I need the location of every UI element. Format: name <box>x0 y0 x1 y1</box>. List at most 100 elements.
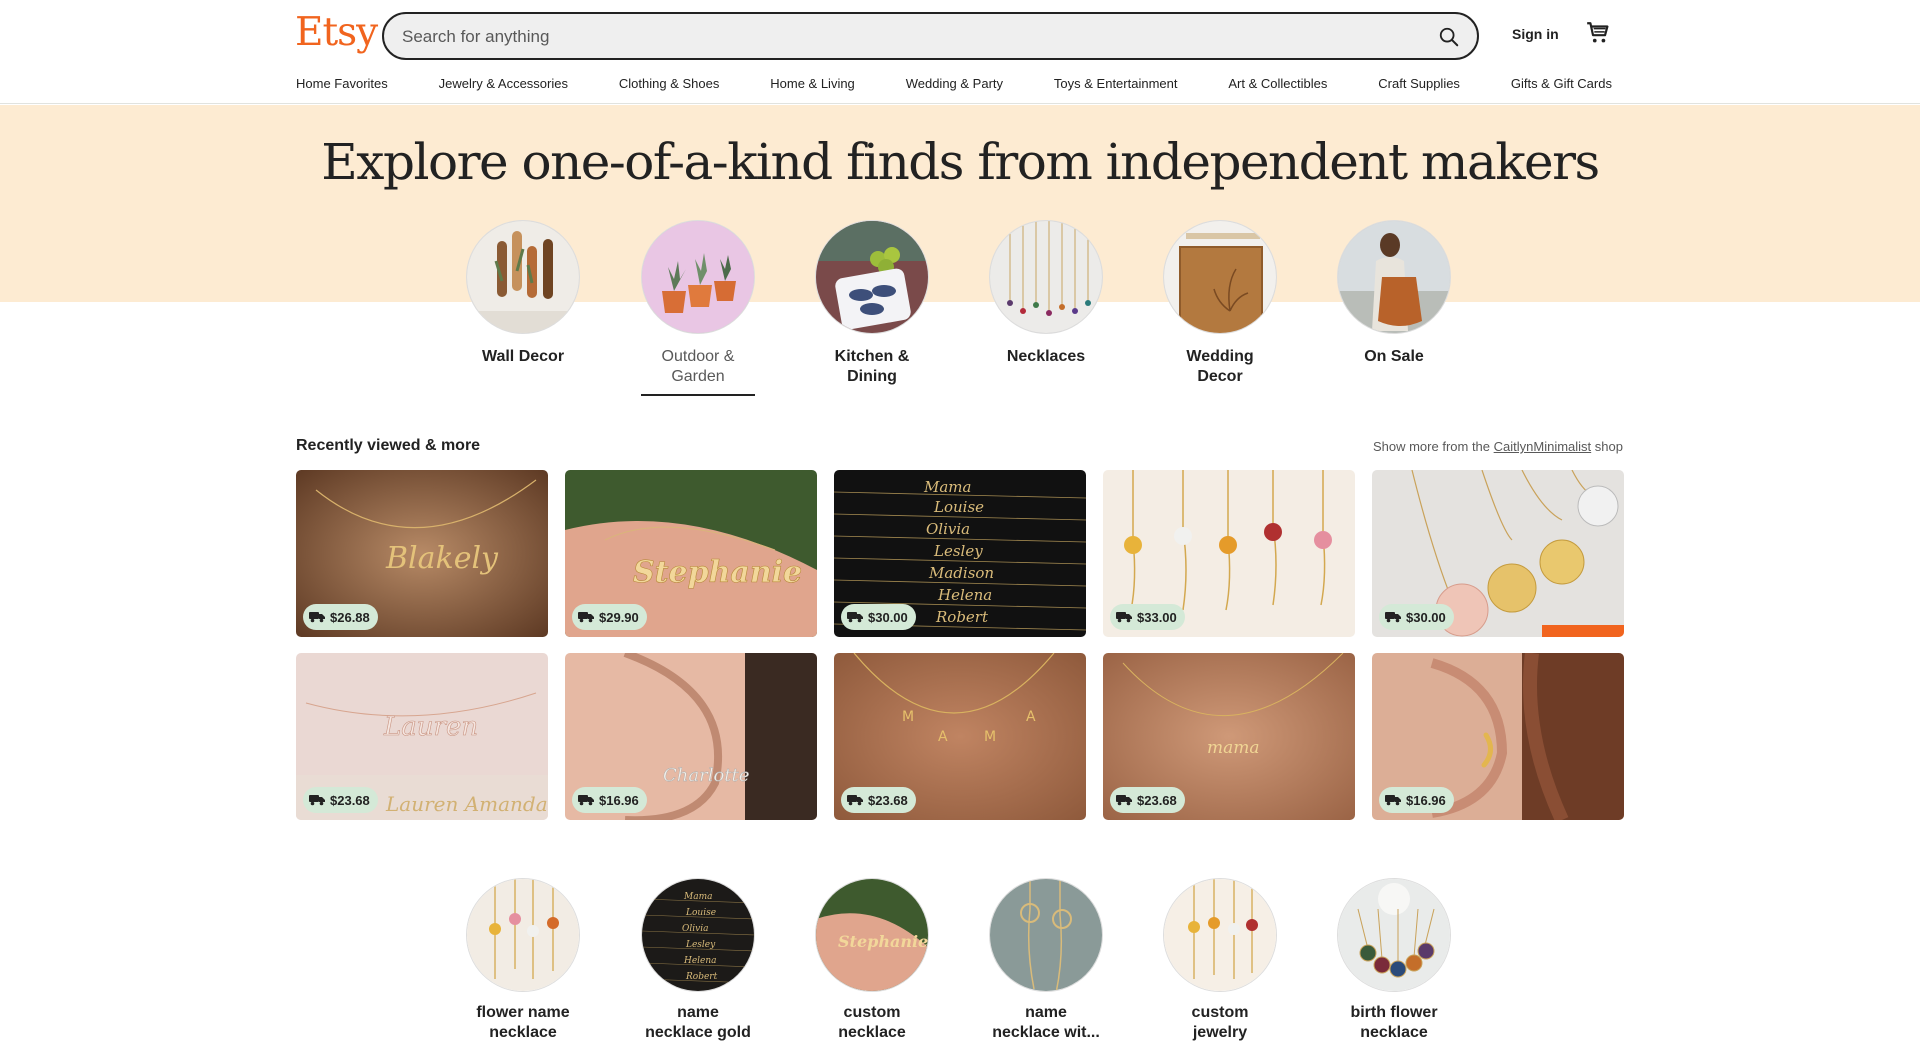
category-image <box>466 220 580 334</box>
category-image <box>1163 220 1277 334</box>
listing-card[interactable]: $16.96 <box>1372 653 1624 820</box>
svg-text:Olivia: Olivia <box>682 924 708 934</box>
svg-text:Robert: Robert <box>685 972 718 982</box>
search-button[interactable] <box>1433 21 1465 53</box>
nav-item-home-favorites[interactable]: Home Favorites <box>296 76 388 96</box>
category-outdoor-garden[interactable]: Outdoor & Garden <box>641 220 755 396</box>
nav-item-clothing-shoes[interactable]: Clothing & Shoes <box>619 76 719 96</box>
listing-card[interactable]: M A M A $23.68 <box>834 653 1086 820</box>
truck-icon <box>309 612 325 623</box>
truck-icon <box>578 795 594 806</box>
recently-viewed-title: Recently viewed & more <box>296 437 481 454</box>
search-bar[interactable] <box>382 12 1479 60</box>
category-label: Wedding Decor <box>1186 348 1254 385</box>
suggestion-label-line1: name <box>1025 1004 1067 1021</box>
truck-icon <box>847 795 863 806</box>
price-badge: $23.68 <box>303 787 378 813</box>
listing-card[interactable]: mama $23.68 <box>1103 653 1355 820</box>
category-label: On Sale <box>1364 348 1424 365</box>
listing-card[interactable]: Blakely $26.88 <box>296 470 548 637</box>
etsy-logo[interactable]: Etsy <box>295 10 378 55</box>
search-suggestion[interactable]: birth flower necklace <box>1337 878 1451 1043</box>
listing-card[interactable]: Charlotte $16.96 <box>565 653 817 820</box>
truck-icon <box>1385 612 1401 623</box>
recommended-searches: flower name necklace Mama Louise Olivia Le… <box>466 878 1454 1043</box>
suggestion-label-line2: necklace <box>1360 1024 1428 1041</box>
category-on-sale[interactable]: On Sale <box>1337 220 1451 367</box>
search-suggestion[interactable]: Stephanie custom necklace <box>815 878 929 1043</box>
price-text: $30.00 <box>868 609 908 625</box>
price-text: $16.96 <box>599 792 639 808</box>
nav-item-gifts-gift-cards[interactable]: Gifts & Gift Cards <box>1511 76 1612 96</box>
suggestion-image <box>1337 878 1451 992</box>
show-more-shop: Show more from the CaitlynMinimalist sho… <box>1373 439 1623 454</box>
search-suggestion[interactable]: custom jewelry <box>1163 878 1277 1043</box>
price-badge: $23.68 <box>1110 787 1185 813</box>
suggestion-label-line1: name <box>677 1004 719 1021</box>
nav-item-wedding-party[interactable]: Wedding & Party <box>906 76 1003 96</box>
nav-item-home-living[interactable]: Home & Living <box>770 76 855 96</box>
svg-text:mama: mama <box>1207 738 1260 758</box>
svg-text:Charlotte: Charlotte <box>663 765 749 786</box>
search-suggestion[interactable]: Mama Louise Olivia Lesley Helena Robert name… <box>641 878 755 1043</box>
nav-item-craft-supplies[interactable]: Craft Supplies <box>1378 76 1460 96</box>
category-circles: Wall Decor Outdoor & Garden Kitchen & Di… <box>466 220 1454 400</box>
listing-card[interactable]: Stephanie $29.90 <box>565 470 817 637</box>
shop-link[interactable]: CaitlynMinimalist <box>1494 439 1592 454</box>
category-image <box>641 220 755 334</box>
svg-text:Olivia: Olivia <box>926 520 970 538</box>
suggestion-label-line2: necklace <box>489 1024 557 1041</box>
nav-item-art-collectibles[interactable]: Art & Collectibles <box>1228 76 1327 96</box>
suggestion-label-line2: necklace gold <box>645 1024 751 1041</box>
truck-icon <box>1385 795 1401 806</box>
suggestion-label: flower name necklace <box>466 1003 580 1043</box>
svg-text:Lesley: Lesley <box>685 940 716 950</box>
category-necklaces[interactable]: Necklaces <box>989 220 1103 367</box>
nav-item-toys-entertainment[interactable]: Toys & Entertainment <box>1054 76 1178 96</box>
category-kitchen-dining[interactable]: Kitchen & Dining <box>815 220 929 387</box>
category-image <box>815 220 929 334</box>
category-image <box>989 220 1103 334</box>
search-input[interactable] <box>402 24 1382 50</box>
search-suggestion[interactable]: flower name necklace <box>466 878 580 1043</box>
svg-text:Lauren: Lauren <box>383 712 478 742</box>
price-text: $33.00 <box>1137 609 1177 625</box>
truck-icon <box>309 795 325 806</box>
suggestion-label-line1: custom <box>1191 1004 1249 1021</box>
price-text: $16.96 <box>1406 792 1446 808</box>
svg-text:Louise: Louise <box>933 498 984 516</box>
suggestion-label: birth flower necklace <box>1337 1003 1451 1043</box>
listing-card[interactable]: $30.00 <box>1372 470 1624 637</box>
category-label: Kitchen & Dining <box>834 348 910 385</box>
svg-text:Mama: Mama <box>923 478 971 496</box>
suggestion-label-line1: custom <box>843 1004 901 1021</box>
listing-card[interactable]: Lauren Lauren Amanda $23.68 <box>296 653 548 820</box>
category-wedding-decor[interactable]: Wedding Decor <box>1163 220 1277 387</box>
svg-text:Stephanie: Stephanie <box>633 555 802 590</box>
svg-text:Robert: Robert <box>935 608 989 626</box>
sign-in-link[interactable]: Sign in <box>1512 26 1559 42</box>
svg-text:Blakely: Blakely <box>385 541 499 576</box>
truck-icon <box>847 612 863 623</box>
price-text: $30.00 <box>1406 609 1446 625</box>
show-more-prefix: Show more from the <box>1372 439 1491 454</box>
search-icon <box>1439 27 1459 47</box>
svg-text:Lauren Amanda: Lauren Amanda <box>385 792 548 816</box>
suggestion-image <box>989 878 1103 992</box>
suggestion-label-line1: birth flower <box>1350 1004 1438 1021</box>
listing-card[interactable]: $33.00 <box>1103 470 1355 637</box>
nav-item-jewelry-accessories[interactable]: Jewelry & Accessories <box>439 76 568 96</box>
listing-card[interactable]: Mama Louise Olivia Lesley Madison Helena Robe… <box>834 470 1086 637</box>
cart-button[interactable] <box>1585 20 1615 50</box>
svg-text:Stephanie: Stephanie <box>838 932 928 951</box>
suggestion-image: Mama Louise Olivia Lesley Helena Robert <box>641 878 755 992</box>
price-text: $23.68 <box>330 792 370 808</box>
price-badge: $23.68 <box>841 787 916 813</box>
cart-icon <box>1587 22 1609 43</box>
category-wall-decor[interactable]: Wall Decor <box>466 220 580 367</box>
search-suggestion[interactable]: name necklace wit... <box>989 878 1103 1043</box>
suggestion-label-line2: necklace wit... <box>992 1024 1100 1041</box>
svg-text:M: M <box>984 729 996 745</box>
price-badge: $26.88 <box>303 604 378 630</box>
svg-text:A: A <box>938 729 948 745</box>
